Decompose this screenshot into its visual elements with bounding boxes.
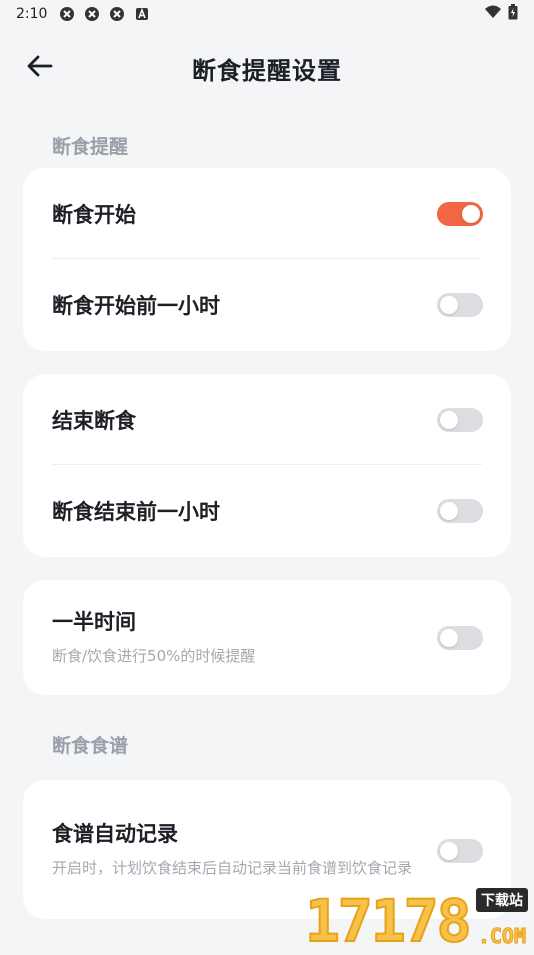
fast-start-toggle[interactable]	[437, 202, 483, 226]
watermark-digits: 17178	[305, 892, 470, 950]
toggle-knob	[440, 411, 458, 429]
toggle-knob	[440, 842, 458, 860]
row-fast-start[interactable]: 断食开始	[23, 168, 511, 259]
battery-icon	[508, 4, 518, 24]
status-bar: 2:10	[0, 0, 534, 28]
toggle-knob	[440, 296, 458, 314]
fast-start-hour-before-toggle[interactable]	[437, 293, 483, 317]
row-description: 断食/饮食进行50%的时候提醒	[52, 644, 412, 669]
row-label: 断食结束前一小时	[52, 496, 220, 526]
status-time: 2:10	[16, 6, 47, 22]
row-end-fast[interactable]: 结束断食	[23, 374, 511, 465]
reminder-card-halfway: 一半时间 断食/饮食进行50%的时候提醒	[23, 580, 511, 695]
watermark-logo: 17178 下载站 .COM	[305, 888, 530, 950]
toggle-knob	[440, 502, 458, 520]
toggle-knob	[440, 629, 458, 647]
halfway-toggle[interactable]	[437, 626, 483, 650]
reminder-card-end: 结束断食 断食结束前一小时	[23, 374, 511, 557]
row-halfway[interactable]: 一半时间 断食/饮食进行50%的时候提醒	[23, 580, 511, 695]
end-fast-hour-before-toggle[interactable]	[437, 499, 483, 523]
text-icon	[134, 6, 150, 22]
notification-icon	[109, 6, 125, 22]
row-label: 食谱自动记录	[52, 818, 412, 848]
recipe-auto-record-toggle[interactable]	[437, 839, 483, 863]
notification-icon	[59, 6, 75, 22]
end-fast-toggle[interactable]	[437, 408, 483, 432]
row-label: 断食开始	[52, 199, 136, 229]
wifi-icon	[484, 5, 502, 23]
toggle-knob	[462, 205, 480, 223]
back-button[interactable]	[24, 52, 56, 84]
section-label-reminder: 断食提醒	[52, 132, 128, 159]
arrow-left-icon	[25, 51, 55, 85]
row-label: 断食开始前一小时	[52, 290, 220, 320]
row-label: 结束断食	[52, 405, 136, 435]
watermark-suffix: .COM	[478, 924, 526, 948]
row-label: 一半时间	[52, 606, 412, 636]
notification-icon	[84, 6, 100, 22]
page-title: 断食提醒设置	[192, 51, 342, 86]
row-description: 开启时，计划饮食结束后自动记录当前食谱到饮食记录	[52, 856, 412, 881]
reminder-card-start: 断食开始 断食开始前一小时	[23, 168, 511, 351]
row-fast-start-hour-before[interactable]: 断食开始前一小时	[23, 259, 511, 351]
section-label-recipe: 断食食谱	[52, 731, 128, 758]
row-end-fast-hour-before[interactable]: 断食结束前一小时	[23, 465, 511, 557]
page-header: 断食提醒设置	[0, 40, 534, 96]
watermark-badge: 下载站	[476, 888, 528, 912]
